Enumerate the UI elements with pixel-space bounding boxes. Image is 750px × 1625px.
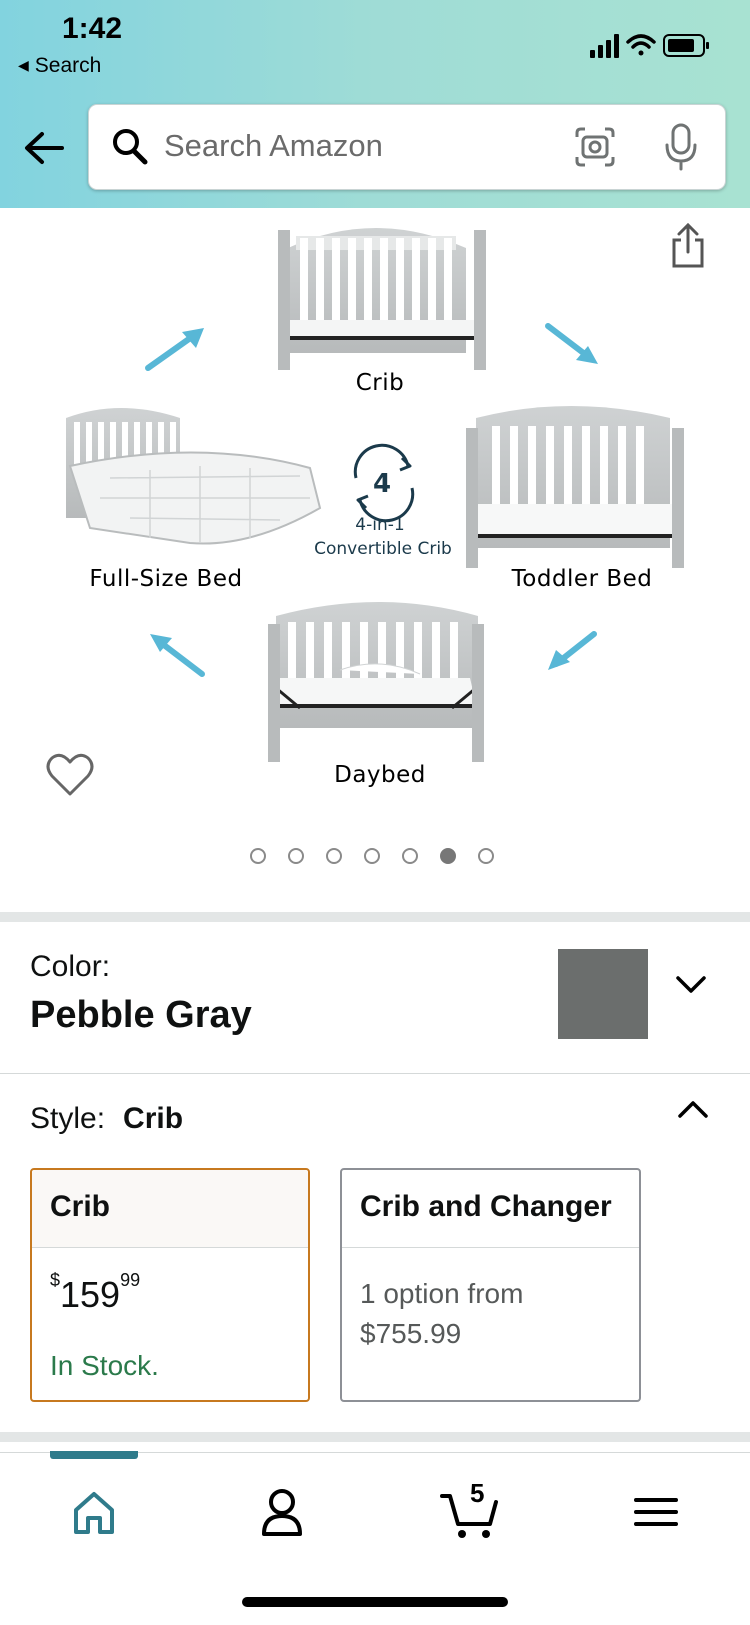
carousel-dots <box>250 848 510 872</box>
carousel-dot[interactable] <box>288 848 304 864</box>
color-swatch[interactable] <box>558 949 648 1039</box>
badge-line2: Convertible Crib <box>314 539 452 559</box>
search-bar[interactable] <box>88 104 726 190</box>
signal-icon <box>590 34 619 58</box>
camera-scan-icon[interactable] <box>573 125 617 169</box>
account-icon[interactable] <box>252 1484 312 1540</box>
chevron-up-icon[interactable] <box>676 1096 710 1122</box>
battery-icon <box>663 34 709 57</box>
back-arrow-icon[interactable] <box>22 128 66 168</box>
color-value: Pebble Gray <box>30 994 252 1036</box>
nav-active-indicator <box>50 1451 138 1459</box>
full-size-bed-illustration <box>66 408 322 545</box>
label-full-size-bed: Full-Size Bed <box>89 566 242 592</box>
wifi-icon <box>626 34 656 56</box>
option-line2: $755.99 <box>360 1318 462 1349</box>
color-label: Color: <box>30 950 111 983</box>
option-name: Crib and Changer <box>342 1170 639 1248</box>
carousel-dot[interactable] <box>440 848 456 864</box>
style-option-crib[interactable]: Crib $15999 In Stock. <box>30 1168 310 1402</box>
home-icon[interactable] <box>64 1484 124 1540</box>
label-daybed: Daybed <box>334 762 426 788</box>
product-image[interactable]: Crib Full-Size Bed 4 4-in-1 Convertible … <box>0 208 750 908</box>
back-triangle-icon: ◀ <box>18 57 29 73</box>
search-input[interactable] <box>164 123 564 169</box>
microphone-icon[interactable] <box>661 123 701 171</box>
back-app-label: Search <box>34 54 102 77</box>
label-crib: Crib <box>356 370 405 396</box>
carousel-dot[interactable] <box>478 848 494 864</box>
heart-icon[interactable] <box>46 752 94 798</box>
toddler-bed-illustration <box>466 406 684 568</box>
home-indicator <box>242 1597 508 1607</box>
carousel-dot[interactable] <box>364 848 380 864</box>
daybed-illustration <box>268 602 484 762</box>
price-symbol: $ <box>50 1270 61 1290</box>
chevron-down-icon[interactable] <box>674 972 708 998</box>
carousel-dot[interactable] <box>402 848 418 864</box>
back-to-search-link[interactable]: ◀ Search <box>18 54 101 78</box>
price-fraction: 99 <box>120 1270 141 1290</box>
style-label: Style: <box>30 1102 106 1135</box>
menu-icon[interactable] <box>626 1484 686 1540</box>
option-price: $15999 <box>50 1270 140 1316</box>
status-time: 1:42 <box>62 12 123 45</box>
search-icon <box>113 129 148 165</box>
label-toddler-bed: Toddler Bed <box>511 566 653 592</box>
status-icons <box>590 34 709 58</box>
section-divider <box>0 912 750 922</box>
option-availability: 1 option from $755.99 <box>360 1274 620 1354</box>
row-divider <box>0 1073 750 1074</box>
cart-count: 5 <box>470 1478 485 1508</box>
style-value: Crib <box>123 1102 184 1135</box>
stock-status: In Stock. <box>50 1350 159 1381</box>
price-whole: 159 <box>60 1274 121 1315</box>
section-divider <box>0 1432 750 1442</box>
crib-illustration <box>278 228 486 370</box>
style-label-row: Style: Crib <box>30 1102 183 1136</box>
cart-button[interactable]: 5 <box>440 1478 500 1540</box>
badge-line1: 4-in-1 <box>355 515 404 535</box>
style-option-crib-and-changer[interactable]: Crib and Changer 1 option from $755.99 <box>340 1168 641 1402</box>
option-name: Crib <box>32 1170 308 1248</box>
badge-number: 4 <box>373 469 391 499</box>
carousel-dot[interactable] <box>326 848 342 864</box>
option-line1: 1 option from <box>360 1278 524 1309</box>
carousel-dot[interactable] <box>250 848 266 864</box>
share-icon[interactable] <box>668 222 708 270</box>
